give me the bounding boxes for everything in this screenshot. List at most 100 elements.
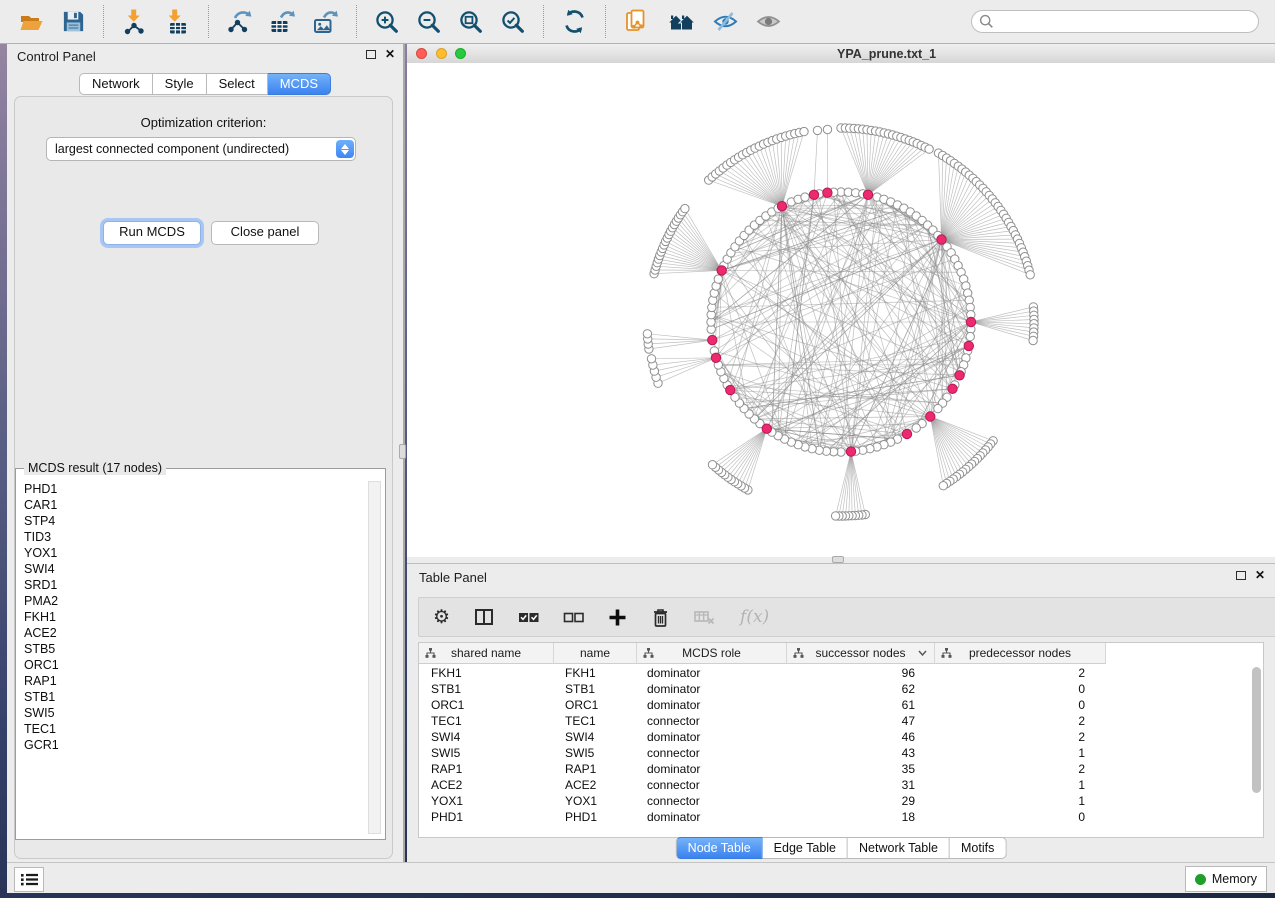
network-leaf-node[interactable]	[925, 145, 933, 153]
table-row[interactable]: YOX1YOX1connector291	[419, 793, 1263, 809]
mcds-result-item[interactable]: PHD1	[24, 481, 365, 497]
table-cell[interactable]: TEC1	[419, 713, 553, 729]
table-row[interactable]: RAP1RAP1dominator352	[419, 761, 1263, 777]
table-cell[interactable]: dominator	[635, 809, 784, 825]
table-cell[interactable]: 2	[931, 761, 1101, 777]
table-row[interactable]: SWI4SWI4dominator462	[419, 729, 1263, 745]
network-leaf-node[interactable]	[800, 127, 808, 135]
table-cell[interactable]: YOX1	[419, 793, 553, 809]
mcds-hub-node[interactable]	[966, 317, 975, 326]
table-cell[interactable]: 1	[931, 745, 1101, 761]
table-cell[interactable]: 1	[931, 777, 1101, 793]
mcds-result-item[interactable]: YOX1	[24, 545, 365, 561]
table-settings-gear-icon[interactable]: ⚙	[433, 608, 450, 627]
table-cell[interactable]: 96	[784, 665, 931, 681]
memory-button[interactable]: Memory	[1185, 866, 1267, 892]
table-cell[interactable]: 46	[784, 729, 931, 745]
table-row[interactable]: ORC1ORC1dominator610	[419, 697, 1263, 713]
mcds-result-item[interactable]: GCR1	[24, 737, 365, 753]
save-session-button[interactable]	[61, 9, 86, 34]
maximize-window-traffic-light[interactable]	[455, 48, 466, 59]
table-cell[interactable]: 47	[784, 713, 931, 729]
table-cell[interactable]: FKH1	[553, 665, 635, 681]
mcds-result-item[interactable]: PMA2	[24, 593, 365, 609]
table-cell[interactable]: 2	[931, 713, 1101, 729]
export-table-button[interactable]	[269, 8, 296, 35]
column-header-successor-nodes[interactable]: successor nodes	[787, 643, 935, 664]
show-panels-list-button[interactable]	[14, 867, 44, 892]
deselect-all-icon[interactable]	[563, 609, 584, 625]
network-leaf-node[interactable]	[1029, 336, 1037, 344]
table-cell[interactable]: dominator	[635, 761, 784, 777]
mcds-hub-node[interactable]	[937, 235, 946, 244]
mcds-hub-node[interactable]	[823, 188, 832, 197]
mcds-hub-node[interactable]	[863, 190, 872, 199]
table-cell[interactable]: TEC1	[553, 713, 635, 729]
mcds-result-item[interactable]: TEC1	[24, 721, 365, 737]
table-cell[interactable]: 2	[931, 665, 1101, 681]
table-cell[interactable]: FKH1	[419, 665, 553, 681]
mcds-hub-node[interactable]	[809, 190, 818, 199]
mcds-hub-node[interactable]	[711, 353, 720, 362]
network-node[interactable]	[801, 193, 809, 201]
import-table-button[interactable]	[164, 8, 191, 35]
table-cell[interactable]: dominator	[635, 681, 784, 697]
control-tab-mcds[interactable]: MCDS	[268, 73, 331, 95]
table-cell[interactable]: connector	[635, 713, 784, 729]
table-cell[interactable]: SWI4	[553, 729, 635, 745]
table-tab-network-table[interactable]: Network Table	[848, 837, 950, 859]
table-cell[interactable]: 18	[784, 809, 931, 825]
table-cell[interactable]: SWI4	[419, 729, 553, 745]
vertical-splitter-handle[interactable]	[399, 444, 406, 459]
network-leaf-node[interactable]	[823, 125, 831, 133]
mcds-result-item[interactable]: TID3	[24, 529, 365, 545]
network-node[interactable]	[934, 404, 942, 412]
export-image-button[interactable]	[312, 8, 339, 35]
refresh-button[interactable]	[561, 8, 588, 35]
network-leaf-node[interactable]	[813, 126, 821, 134]
table-row[interactable]: ACE2ACE2connector311	[419, 777, 1263, 793]
table-cell[interactable]: 2	[931, 729, 1101, 745]
table-cell[interactable]: 62	[784, 681, 931, 697]
network-leaf-node[interactable]	[647, 355, 655, 363]
network-graph[interactable]	[407, 63, 1275, 557]
home-button[interactable]	[666, 10, 696, 34]
zoom-fit-button[interactable]	[458, 9, 484, 35]
table-tab-edge-table[interactable]: Edge Table	[763, 837, 848, 859]
table-cell[interactable]: 35	[784, 761, 931, 777]
table-cell[interactable]: RAP1	[553, 761, 635, 777]
mcds-result-item[interactable]: ACE2	[24, 625, 365, 641]
mcds-hub-node[interactable]	[726, 385, 735, 394]
table-row[interactable]: FKH1FKH1dominator962	[419, 665, 1263, 681]
hide-selected-button[interactable]	[712, 8, 739, 35]
column-header-name[interactable]: name	[554, 643, 637, 664]
table-cell[interactable]: connector	[635, 793, 784, 809]
mcds-result-list[interactable]: PHD1CAR1STP4TID3YOX1SWI4SRD1PMA2FKH1ACE2…	[24, 481, 365, 835]
table-scrollbar-thumb[interactable]	[1252, 667, 1261, 793]
run-mcds-button[interactable]: Run MCDS	[103, 221, 201, 245]
network-node[interactable]	[714, 275, 722, 283]
column-header-predecessor-nodes[interactable]: predecessor nodes	[935, 643, 1106, 664]
mcds-hub-node[interactable]	[926, 412, 935, 421]
show-all-button[interactable]	[755, 8, 782, 35]
mcds-hub-node[interactable]	[846, 447, 855, 456]
zoom-in-button[interactable]	[374, 9, 400, 35]
column-header-MCDS-role[interactable]: MCDS role	[637, 643, 787, 664]
float-panel-icon[interactable]	[366, 50, 376, 59]
mcds-hub-node[interactable]	[948, 384, 957, 393]
table-cell[interactable]: PHD1	[553, 809, 635, 825]
network-window-titlebar[interactable]: YPA_prune.txt_1	[407, 44, 1275, 64]
table-cell[interactable]: ORC1	[419, 697, 553, 713]
node-table[interactable]: shared namenameMCDS rolesuccessor nodesp…	[418, 642, 1264, 838]
network-leaf-node[interactable]	[939, 482, 947, 490]
open-session-button[interactable]	[18, 9, 45, 35]
table-tab-node-table[interactable]: Node Table	[676, 837, 763, 859]
table-cell[interactable]: 43	[784, 745, 931, 761]
table-tab-motifs[interactable]: Motifs	[950, 837, 1006, 859]
table-cell[interactable]: dominator	[635, 697, 784, 713]
table-cell[interactable]: PHD1	[419, 809, 553, 825]
table-cell[interactable]: 0	[931, 809, 1101, 825]
control-tab-network[interactable]: Network	[79, 73, 153, 95]
table-cell[interactable]: dominator	[635, 665, 784, 681]
network-node[interactable]	[966, 332, 974, 340]
